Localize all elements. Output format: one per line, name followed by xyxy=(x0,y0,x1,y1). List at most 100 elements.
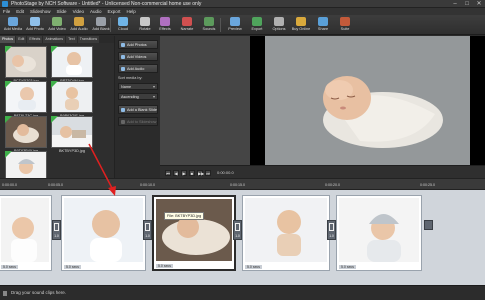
stop-button[interactable]: ■ xyxy=(189,170,195,176)
transition-marker[interactable]: 1.0 xyxy=(52,220,61,240)
included-check-icon xyxy=(51,81,58,88)
add-audio-button[interactable]: Add Audio xyxy=(118,64,158,73)
tab-edit[interactable]: Edit xyxy=(16,36,27,43)
add-audio-icon xyxy=(74,17,84,26)
ruler-tick: 0:00:15.0 xyxy=(230,183,245,187)
tab-effects[interactable]: Effects xyxy=(27,36,43,43)
maximize-button[interactable]: □ xyxy=(461,0,473,8)
transition-icon xyxy=(54,223,59,231)
export-button[interactable]: Export xyxy=(246,16,268,34)
transition-marker[interactable]: 1.0 xyxy=(143,220,152,240)
media-item[interactable]: BCDY5203.jpg xyxy=(5,46,47,84)
rotate-button[interactable]: Rotate xyxy=(134,16,156,34)
slide-duration: 5.0 secs xyxy=(64,265,82,269)
menu-export[interactable]: Export xyxy=(108,8,121,15)
add-media-button[interactable]: Add Media xyxy=(2,16,24,34)
media-tabs: Photos Edit Effects Animations Text Tran… xyxy=(0,36,114,43)
suite-icon xyxy=(340,17,350,26)
transition-marker[interactable]: 1.0 xyxy=(233,220,242,240)
chevron-down-icon: ▾ xyxy=(152,94,155,99)
included-check-icon xyxy=(51,116,58,123)
menu-slide[interactable]: Slide xyxy=(57,8,67,15)
slide-duration: 5.0 secs xyxy=(1,265,19,269)
skip-start-button[interactable]: ⏮ xyxy=(165,170,171,176)
options-icon xyxy=(274,17,284,26)
timeline-slide[interactable]: 5.0 secs xyxy=(336,195,422,271)
add-blank-button[interactable]: Add Blank xyxy=(90,16,112,34)
menu-bar: File Edit Slideshow Slide Video Audio Ex… xyxy=(0,8,485,15)
rotate-icon xyxy=(140,17,150,26)
slide-image xyxy=(64,198,143,262)
narrate-icon xyxy=(182,17,192,26)
add-to-slideshow-button[interactable]: Add to Slideshow xyxy=(118,117,158,126)
annotation-arrow xyxy=(88,143,116,196)
add-audio-icon xyxy=(121,66,125,71)
tab-animations[interactable]: Animations xyxy=(43,36,66,43)
sounds-button[interactable]: Sounds xyxy=(198,16,220,34)
menu-help[interactable]: Help xyxy=(127,8,136,15)
slide-duration: 5.0 secs xyxy=(245,265,263,269)
tab-transitions[interactable]: Transitions xyxy=(77,36,100,43)
end-marker[interactable] xyxy=(424,220,433,230)
preview-button[interactable]: Preview xyxy=(224,16,246,34)
toolbar-separator xyxy=(220,18,221,32)
transition-icon xyxy=(329,223,334,231)
media-item[interactable]: B9T63P4Y.jpg xyxy=(5,116,47,154)
audio-track[interactable]: Drag your sound clips here. xyxy=(0,285,485,300)
add-photo-button[interactable]: Add Photo xyxy=(24,16,46,34)
effects-button[interactable]: Effects xyxy=(154,16,176,34)
add-video-button[interactable]: Add Video xyxy=(46,16,68,34)
tab-photos[interactable]: Photos xyxy=(0,36,16,43)
menu-slideshow[interactable]: Slideshow xyxy=(30,8,51,15)
media-item[interactable]: B8T8LZ3C.jpg xyxy=(5,81,47,119)
tab-text[interactable]: Text xyxy=(66,36,77,43)
included-check-icon xyxy=(5,46,12,53)
ruler-tick: 0:00:20.0 xyxy=(325,183,340,187)
included-check-icon xyxy=(5,81,12,88)
timeline-slide[interactable]: 5.0 secs xyxy=(242,195,330,271)
sort-by-dropdown[interactable]: Name ▾ xyxy=(118,83,158,90)
cloud-icon xyxy=(118,17,128,26)
options-button[interactable]: Options xyxy=(268,16,290,34)
ruler-tick: 0:00:05.0 xyxy=(48,183,63,187)
playback-time: 0:00:00.0 xyxy=(217,170,234,175)
add-videos-button[interactable]: Add Videos xyxy=(118,52,158,61)
transition-duration: 1.0 xyxy=(235,234,240,238)
share-button[interactable]: Share xyxy=(312,16,334,34)
window-title: PhotoStage by NCH Software - Untitled* -… xyxy=(11,1,202,7)
media-actions-panel: Add Photos Add Videos Add Audio Sort med… xyxy=(114,36,160,178)
timeline-slide[interactable]: 5.0 secs xyxy=(61,195,146,271)
play-button[interactable]: ▶ xyxy=(181,170,187,176)
filename-tooltip: File: BKTBYP3D.jpg xyxy=(164,212,205,220)
add-media-icon xyxy=(8,17,18,26)
close-button[interactable]: ✕ xyxy=(473,0,485,8)
buy-online-button[interactable]: Buy Online xyxy=(290,16,312,34)
add-blank-slide-button[interactable]: Add a Blank Slide xyxy=(118,105,158,114)
suite-button[interactable]: Suite xyxy=(334,16,356,34)
share-icon xyxy=(318,17,328,26)
add-audio-button[interactable]: Add Audio xyxy=(68,16,90,34)
timeline-ruler[interactable]: 0:00:00.0 0:00:05.0 0:00:10.0 0:00:15.0 … xyxy=(0,178,485,190)
menu-video[interactable]: Video xyxy=(73,8,84,15)
skip-end-button[interactable]: ⏭ xyxy=(205,170,211,176)
menu-file[interactable]: File xyxy=(3,8,10,15)
cloud-button[interactable]: Cloud xyxy=(112,16,134,34)
included-check-icon xyxy=(51,46,58,53)
add-photos-button[interactable]: Add Photos xyxy=(118,40,158,49)
slide-duration: 5.0 secs xyxy=(339,265,357,269)
step-back-button[interactable]: ◀ xyxy=(173,170,179,176)
timeline-slide[interactable]: 5.0 secs xyxy=(0,195,52,271)
menu-audio[interactable]: Audio xyxy=(90,8,102,15)
media-item[interactable]: BPT5Q4H.jpg xyxy=(51,46,93,84)
slideshow-timeline: 5.0 secs 1.0 5.0 secs 1.0 5.0 secs 1.0 5… xyxy=(0,190,485,285)
preview-icon xyxy=(230,17,240,26)
transition-marker[interactable]: 1.0 xyxy=(327,220,336,240)
timeline-slide[interactable]: 5.0 secs xyxy=(152,195,236,271)
media-item[interactable]: B9P63GIE.jpg xyxy=(51,81,93,119)
menu-edit[interactable]: Edit xyxy=(16,8,24,15)
narrate-button[interactable]: Narrate xyxy=(176,16,198,34)
toolbar-separator xyxy=(110,18,111,32)
step-forward-button[interactable]: ▶▶ xyxy=(197,170,204,176)
sort-order-dropdown[interactable]: Ascending ▾ xyxy=(118,93,158,100)
minimize-button[interactable]: – xyxy=(449,0,461,8)
